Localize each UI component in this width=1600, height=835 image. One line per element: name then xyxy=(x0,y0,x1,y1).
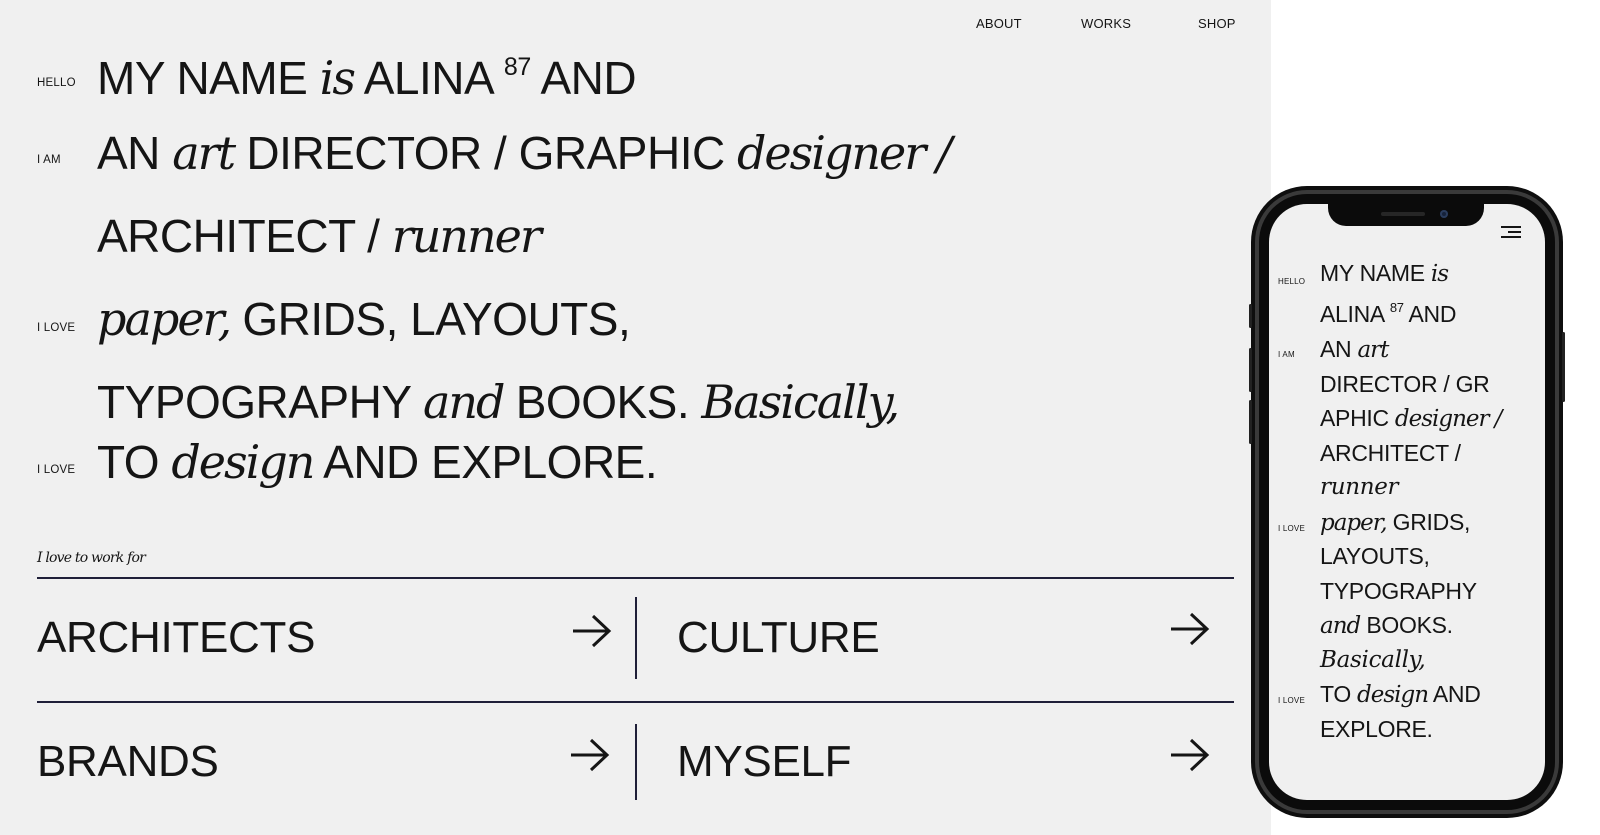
mobile-label-i-am: I AM xyxy=(1278,350,1295,359)
italic-text: design xyxy=(1357,682,1429,708)
mobile-line: and BOOKS. xyxy=(1320,614,1453,638)
label-i-am: I AM xyxy=(37,154,61,166)
work-item-culture[interactable]: CULTURE xyxy=(677,616,880,660)
text: AN xyxy=(1320,336,1352,362)
phone-mockup: HELLO MY NAME is ALINA 87 AND I AM AN ar… xyxy=(1249,186,1565,818)
text: TO xyxy=(97,436,160,488)
text: BOOKS. xyxy=(1366,612,1453,638)
text: GRIDS, LAYOUTS, xyxy=(242,293,631,345)
nav-works[interactable]: WORKS xyxy=(1081,16,1131,31)
divider xyxy=(37,701,1234,703)
nav-shop[interactable]: SHOP xyxy=(1198,16,1236,31)
intro-line-3: ARCHITECT / runner xyxy=(97,210,542,262)
text: AND xyxy=(540,52,637,104)
mobile-line: runner xyxy=(1320,474,1399,500)
arrow-right-icon[interactable] xyxy=(1170,612,1210,646)
label-hello: HELLO xyxy=(37,77,76,89)
intro-line-5: TYPOGRAPHY and BOOKS. Basically, xyxy=(97,376,900,428)
italic-text: paper, xyxy=(97,292,232,346)
mobile-line: Basically, xyxy=(1320,647,1426,673)
text: ALINA xyxy=(1320,301,1384,327)
work-for-label: I love to work for xyxy=(37,550,146,566)
superscript: 87 xyxy=(1389,300,1404,315)
mobile-line: ARCHITECT / xyxy=(1320,440,1461,466)
italic-text: and xyxy=(1320,613,1361,639)
label-i-love: I LOVE xyxy=(37,322,76,334)
text: BOOKS. xyxy=(515,376,690,428)
text: MY NAME xyxy=(1320,260,1425,286)
intro-line-2: AN art DIRECTOR / GRAPHIC designer / xyxy=(97,127,952,179)
phone-side-button xyxy=(1249,400,1252,444)
label-i-love: I LOVE xyxy=(37,464,76,476)
arrow-right-icon[interactable] xyxy=(1170,738,1210,772)
divider xyxy=(635,724,637,800)
italic-text: runner xyxy=(391,209,542,263)
speaker-grille xyxy=(1381,212,1425,216)
mobile-line: TO design AND xyxy=(1320,683,1481,707)
mobile-label-hello: HELLO xyxy=(1278,277,1306,286)
italic-text: art xyxy=(172,126,236,180)
text: TYPOGRAPHY xyxy=(97,376,411,428)
text: GRIDS, xyxy=(1392,509,1471,535)
italic-text: paper, xyxy=(1320,510,1388,536)
italic-text: art xyxy=(1357,337,1389,363)
italic-text: / xyxy=(936,126,952,180)
camera-icon xyxy=(1440,210,1448,218)
mobile-line: APHIC designer / xyxy=(1320,405,1503,432)
mobile-line: ALINA 87 AND xyxy=(1320,301,1456,326)
arrow-right-icon[interactable] xyxy=(570,738,610,772)
italic-text: design xyxy=(171,435,315,489)
italic-text: is xyxy=(319,51,356,105)
text: TO xyxy=(1320,681,1351,707)
text: MY NAME xyxy=(97,52,308,104)
italic-text: Basically, xyxy=(701,375,900,429)
mobile-label-i-love: I LOVE xyxy=(1278,524,1305,533)
mobile-line: DIRECTOR / GR xyxy=(1320,371,1490,397)
mobile-label-i-love: I LOVE xyxy=(1278,696,1305,705)
mobile-line: LAYOUTS, xyxy=(1320,543,1430,569)
italic-text: / xyxy=(1494,406,1503,432)
desktop-page: ABOUT WORKS SHOP HELLO MY NAME is ALINA … xyxy=(0,0,1271,835)
superscript: 87 xyxy=(503,53,531,81)
intro-line-4: paper, GRIDS, LAYOUTS, xyxy=(97,293,631,345)
divider xyxy=(37,577,1234,579)
italic-text: designer xyxy=(1394,406,1490,432)
italic-text: is xyxy=(1430,261,1449,287)
text: DIRECTOR / GRAPHIC xyxy=(246,127,725,179)
work-item-architects[interactable]: ARCHITECTS xyxy=(37,616,315,660)
work-item-myself[interactable]: MYSELF xyxy=(677,740,852,784)
text: AND xyxy=(1408,301,1457,327)
phone-notch xyxy=(1328,204,1484,226)
mobile-line: EXPLORE. xyxy=(1320,716,1433,742)
italic-text: and xyxy=(422,375,505,429)
text: ALINA xyxy=(363,52,492,104)
intro-line-6: TO design AND EXPLORE. xyxy=(97,436,658,488)
text: APHIC xyxy=(1320,405,1389,431)
intro-line-1: MY NAME is ALINA 87 AND xyxy=(97,52,637,104)
text: AND xyxy=(1432,681,1481,707)
arrow-right-icon[interactable] xyxy=(572,614,612,648)
mobile-line: MY NAME is xyxy=(1320,260,1449,287)
divider xyxy=(635,597,637,679)
mobile-line: TYPOGRAPHY xyxy=(1320,578,1477,604)
nav-about[interactable]: ABOUT xyxy=(976,16,1022,31)
work-item-brands[interactable]: BRANDS xyxy=(37,740,219,784)
mobile-line: AN art xyxy=(1320,336,1389,363)
text: AN xyxy=(97,127,160,179)
phone-side-button xyxy=(1562,332,1565,402)
italic-text: designer xyxy=(736,126,926,180)
text: AND EXPLORE. xyxy=(323,436,658,488)
hamburger-menu-icon[interactable] xyxy=(1501,224,1521,240)
phone-screen: HELLO MY NAME is ALINA 87 AND I AM AN ar… xyxy=(1269,204,1545,800)
phone-side-button xyxy=(1249,304,1252,328)
mobile-line: paper, GRIDS, xyxy=(1320,511,1470,535)
text: ARCHITECT / xyxy=(97,210,380,262)
phone-side-button xyxy=(1249,348,1252,392)
